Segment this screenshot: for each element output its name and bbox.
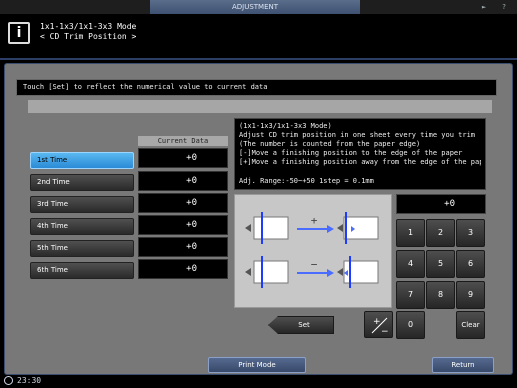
- key-6[interactable]: 6: [456, 250, 485, 278]
- clock-icon: [4, 376, 13, 385]
- time-value-5: +0: [138, 237, 228, 257]
- paper-feed-arrow-icon: [337, 268, 343, 276]
- time-value-4: +0: [138, 215, 228, 235]
- plus-minus-button[interactable]: + −: [364, 311, 393, 338]
- description-line: [-]Move a finishing position to the edge…: [239, 149, 463, 157]
- plus-minus-icon: + −: [371, 317, 389, 337]
- time-button-3[interactable]: 3rd Time: [30, 196, 134, 213]
- key-8[interactable]: 8: [426, 281, 455, 309]
- trim-diagram-svg: + −: [245, 212, 379, 288]
- clear-button[interactable]: Clear: [456, 311, 485, 339]
- separator-bar: [28, 100, 492, 113]
- key-7[interactable]: 7: [396, 281, 425, 309]
- paper-feed-arrow-icon: [245, 268, 251, 276]
- svg-text:−: −: [381, 327, 389, 337]
- description-line: Adjust CD trim position in one sheet eve…: [239, 131, 476, 139]
- paper-icon: [343, 216, 379, 240]
- return-button[interactable]: Return: [432, 357, 494, 373]
- minus-sign: −: [311, 258, 318, 271]
- adjustment-range: Adj. Range:-50~+50 1step = 0.1mm: [239, 177, 374, 185]
- time-value-2: +0: [138, 171, 228, 191]
- time-button-4[interactable]: 4th Time: [30, 218, 134, 235]
- page-title: 1x1-1x3/1x1-3x3 Mode < CD Trim Position …: [40, 22, 136, 42]
- key-2[interactable]: 2: [426, 219, 455, 247]
- description-line: (1x1-1x3/1x1-3x3 Mode): [239, 122, 332, 130]
- key-9[interactable]: 9: [456, 281, 485, 309]
- set-button[interactable]: Set: [268, 316, 334, 334]
- description-box: (1x1-1x3/1x1-3x3 Mode) Adjust CD trim po…: [234, 118, 486, 190]
- help-icon[interactable]: ?: [499, 2, 509, 12]
- paper-feed-arrow-icon: [337, 224, 343, 232]
- paper-feed-arrow-icon: [245, 224, 251, 232]
- info-icon: i: [8, 22, 30, 44]
- time-button-1[interactable]: 1st Time: [30, 152, 134, 169]
- time-button-6[interactable]: 6th Time: [30, 262, 134, 279]
- key-0[interactable]: 0: [396, 311, 425, 339]
- description-line: [+]Move a finishing position away from t…: [239, 158, 481, 166]
- time-value-6: +0: [138, 259, 228, 279]
- info-message: Touch [Set] to reflect the numerical val…: [16, 79, 497, 96]
- paper-icon: [253, 260, 289, 284]
- current-data-header: Current Data: [138, 136, 228, 146]
- adjustment-tab: ADJUSTMENT: [150, 0, 360, 14]
- mode-title-line1: 1x1-1x3/1x1-3x3 Mode: [40, 22, 137, 31]
- mode-title-line2: < CD Trim Position >: [40, 32, 137, 41]
- time-button-5[interactable]: 5th Time: [30, 240, 134, 257]
- time-value-3: +0: [138, 193, 228, 213]
- clock: 23:30: [4, 376, 41, 385]
- description-line: (The number is counted from the paper ed…: [239, 140, 421, 148]
- key-1[interactable]: 1: [396, 219, 425, 247]
- header-divider: [0, 58, 517, 60]
- time-value-1: +0: [138, 148, 228, 168]
- time-button-2[interactable]: 2nd Time: [30, 174, 134, 191]
- top-bar: ADJUSTMENT ► ?: [0, 0, 517, 14]
- paper-icon: [253, 216, 289, 240]
- key-3[interactable]: 3: [456, 219, 485, 247]
- key-5[interactable]: 5: [426, 250, 455, 278]
- plus-sign: +: [311, 214, 318, 227]
- speaker-icon[interactable]: ►: [479, 2, 489, 12]
- trim-diagram: + −: [234, 194, 392, 308]
- print-mode-button[interactable]: Print Mode: [208, 357, 306, 373]
- numeric-display: +0: [396, 194, 486, 214]
- clock-time: 23:30: [17, 376, 42, 385]
- key-4[interactable]: 4: [396, 250, 425, 278]
